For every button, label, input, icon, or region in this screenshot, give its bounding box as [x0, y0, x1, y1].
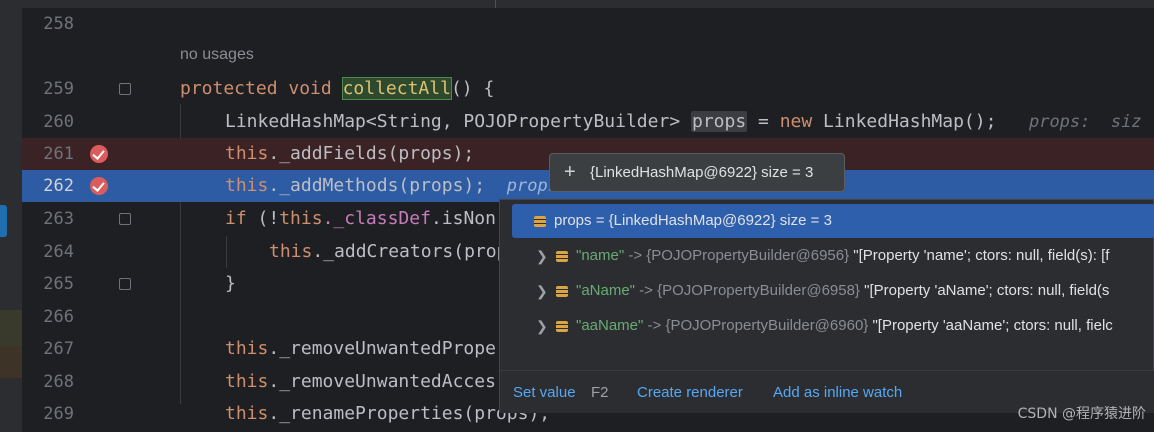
- code-text: ._removeUnwantedAcces: [268, 371, 496, 392]
- chevron-right-icon[interactable]: ❯: [536, 274, 548, 308]
- keyword: this: [225, 143, 269, 164]
- expand-plus-icon[interactable]: +: [564, 154, 576, 191]
- line-number: 259: [43, 79, 74, 99]
- object-ref: {POJOPropertyBuilder@6958}: [657, 282, 860, 299]
- arrow-text: ->: [624, 247, 647, 264]
- tree-row-root[interactable]: props = {LinkedHashMap@6922} size = 3: [512, 204, 1154, 238]
- code-text: (!: [246, 208, 280, 229]
- chevron-right-icon[interactable]: ❯: [536, 309, 548, 343]
- keyword: if: [225, 208, 247, 229]
- divider: [495, 0, 496, 8]
- code-line[interactable]: 260 LinkedHashMap<String, POJOPropertyBu…: [22, 106, 1154, 138]
- code-text: .isNon: [430, 208, 496, 229]
- editor-top-border: [22, 0, 1154, 8]
- object-value: "[Property 'name'; ctors: null, field(s)…: [849, 247, 1110, 264]
- set-value-link[interactable]: Set value: [513, 371, 576, 415]
- debug-value-popup[interactable]: props = {LinkedHashMap@6922} size = 3 ❯ …: [499, 199, 1154, 415]
- field-icon: [556, 321, 568, 332]
- code-text: LinkedHashMap();: [812, 111, 997, 132]
- breakpoint-icon[interactable]: [90, 177, 108, 195]
- keyword: protected void: [180, 78, 343, 99]
- map-key: "aaName": [576, 317, 644, 334]
- field-icon: [556, 251, 568, 262]
- object-value: "[Property 'aName'; ctors: null, field(s: [859, 282, 1110, 299]
- fold-icon[interactable]: [119, 278, 131, 290]
- shortcut-label: F2: [591, 384, 609, 401]
- line-number: 265: [43, 274, 74, 294]
- fold-icon[interactable]: [119, 213, 131, 225]
- fold-icon[interactable]: [119, 83, 131, 95]
- watermark: CSDN @程序猿进阶: [1017, 406, 1146, 422]
- line-number: 269: [43, 404, 74, 424]
- field-icon: [556, 286, 568, 297]
- value-tooltip[interactable]: + {LinkedHashMap@6922} size = 3: [549, 153, 845, 192]
- add-inline-watch-link[interactable]: Add as inline watch: [773, 371, 902, 415]
- code-text: ._addFields(props);: [268, 143, 475, 164]
- code-text: ._removeUnwantedPrope: [268, 338, 496, 359]
- line-number: 258: [43, 14, 74, 34]
- change-marker: [0, 346, 22, 378]
- keyword: this: [225, 175, 269, 196]
- code-text: =: [747, 111, 780, 132]
- line-number: 261: [43, 144, 74, 164]
- tree-row[interactable]: ❯ "name" -> {POJOPropertyBuilder@6956} "…: [500, 239, 1154, 273]
- line-number: 263: [43, 209, 74, 229]
- code-text: LinkedHashMap<String, POJOPropertyBuilde…: [225, 111, 691, 132]
- keyword: this: [225, 338, 269, 359]
- line-number: 262: [43, 176, 74, 196]
- line-number: 268: [43, 372, 74, 392]
- code-text: () {: [450, 78, 495, 99]
- chevron-right-icon[interactable]: ❯: [536, 239, 548, 273]
- tool-window-strip: [0, 0, 22, 432]
- line-number: 267: [43, 339, 74, 359]
- tree-row[interactable]: ❯ "aaName" -> {POJOPropertyBuilder@6960}…: [500, 309, 1154, 343]
- code-line: 258: [22, 8, 1154, 40]
- arrow-text: ->: [643, 317, 666, 334]
- change-marker: [0, 310, 22, 346]
- code-text: }: [225, 273, 236, 294]
- code-text: ._addCreators(prop: [312, 241, 508, 262]
- keyword: this: [279, 208, 323, 229]
- line-number: 266: [43, 307, 74, 327]
- map-key: "name": [576, 247, 625, 264]
- tree-row-label: props = {LinkedHashMap@6922} size = 3: [554, 212, 832, 229]
- code-line[interactable]: 259 protected void collectAll() {: [22, 73, 1154, 105]
- field-icon: [534, 216, 546, 227]
- keyword: this: [225, 403, 269, 424]
- tooltip-value: {LinkedHashMap@6922} size = 3: [590, 164, 814, 181]
- variable-props[interactable]: props: [691, 111, 748, 132]
- method-name[interactable]: collectAll: [341, 77, 452, 100]
- inline-value-hint[interactable]: props: siz: [1029, 112, 1142, 132]
- map-key: "aName": [576, 282, 636, 299]
- keyword: new: [779, 111, 813, 132]
- line-number: 260: [43, 112, 74, 132]
- keyword: this: [269, 241, 313, 262]
- keyword: this: [225, 371, 269, 392]
- tree-row[interactable]: ❯ "aName" -> {POJOPropertyBuilder@6958} …: [500, 274, 1154, 308]
- create-renderer-link[interactable]: Create renderer: [637, 371, 743, 415]
- active-tool-marker[interactable]: [0, 205, 7, 237]
- line-number: 264: [43, 242, 74, 262]
- object-ref: {POJOPropertyBuilder@6960}: [665, 317, 869, 334]
- object-ref: {POJOPropertyBuilder@6956}: [646, 247, 850, 264]
- arrow-text: ->: [635, 282, 658, 299]
- usages-hint[interactable]: no usages: [180, 46, 254, 64]
- object-value: "[Property 'aaName'; ctors: null, fielc: [868, 317, 1113, 334]
- field-name: ._classDef: [322, 208, 431, 229]
- code-text: ._addMethods(props);: [268, 175, 486, 196]
- breakpoint-icon[interactable]: [90, 145, 108, 163]
